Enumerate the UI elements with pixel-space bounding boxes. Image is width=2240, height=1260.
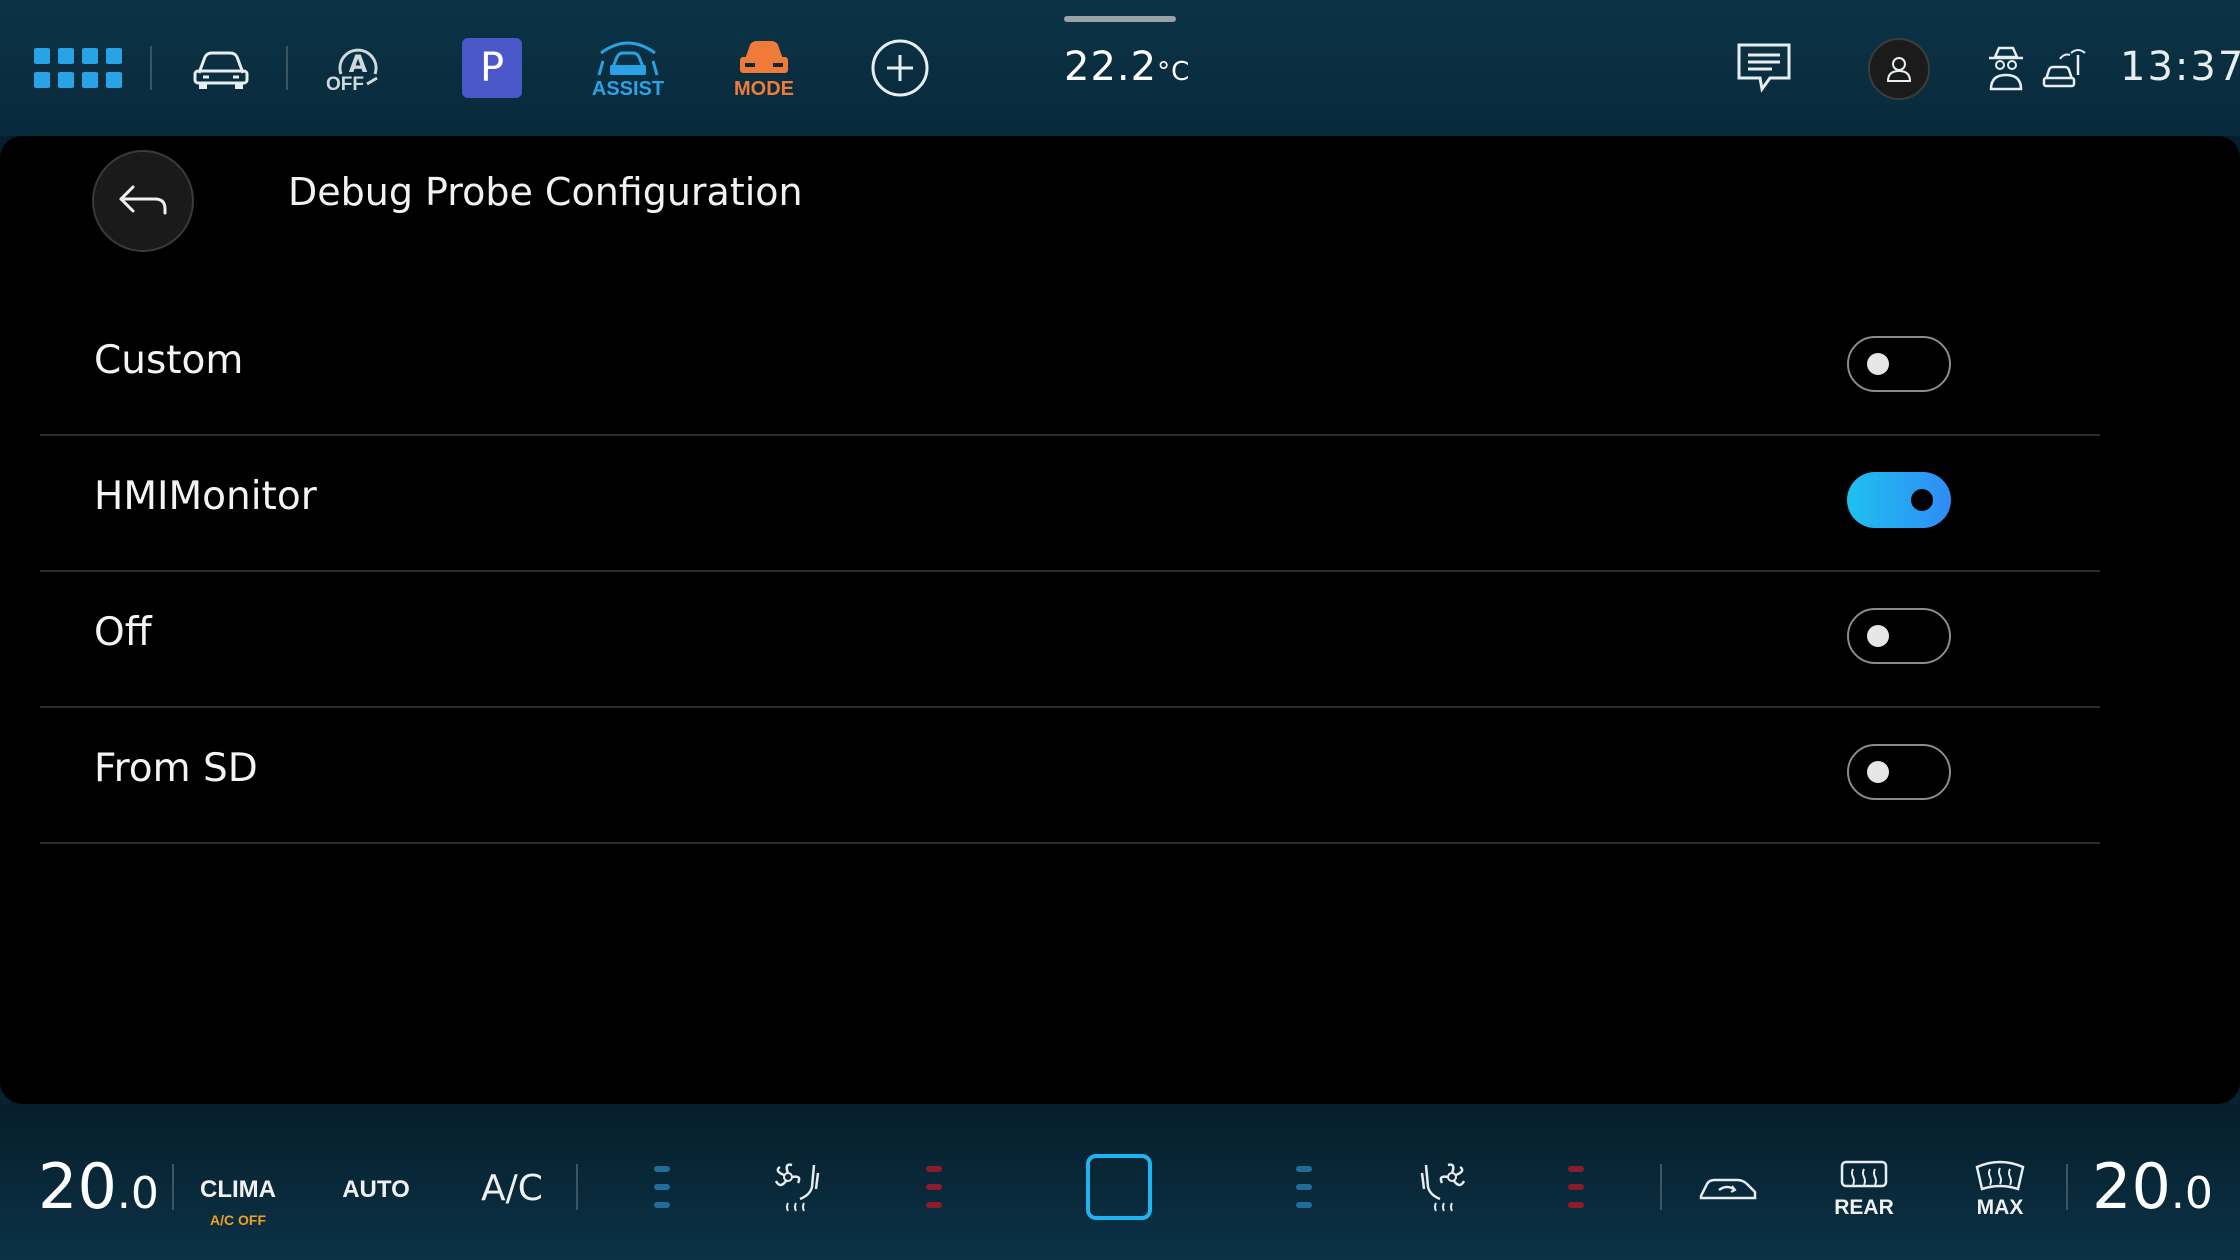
- drive-mode-label: MODE: [734, 78, 794, 100]
- right-temp-decimal: .0: [2170, 1168, 2213, 1219]
- back-button[interactable]: [92, 150, 194, 252]
- option-label: Custom: [94, 338, 244, 383]
- left-temp-value: 20: [38, 1150, 117, 1223]
- option-label: Off: [94, 610, 152, 655]
- divider: [2066, 1164, 2068, 1210]
- left-temperature[interactable]: 20.0: [38, 1150, 159, 1223]
- user-profile-button[interactable]: [1868, 38, 1930, 100]
- divider: [1660, 1164, 1662, 1210]
- divider: [150, 46, 152, 90]
- park-button[interactable]: P: [462, 38, 522, 98]
- divider: [286, 46, 288, 90]
- right-temp-value: 20: [2092, 1150, 2171, 1223]
- max-defrost-label: MAX: [1976, 1196, 2024, 1219]
- page-title: Debug Probe Configuration: [288, 170, 803, 214]
- apps-grid-icon[interactable]: [34, 48, 122, 88]
- toggle-knob: [1911, 489, 1933, 511]
- option-label: HMIMonitor: [94, 474, 317, 519]
- incognito-icon[interactable]: [1986, 44, 2026, 92]
- outside-temp-unit: °C: [1157, 57, 1191, 87]
- option-row-off[interactable]: Off: [40, 570, 2100, 708]
- rear-defrost-label: REAR: [1834, 1196, 1894, 1219]
- drive-mode-icon[interactable]: [732, 36, 796, 80]
- assist-icon[interactable]: [596, 36, 660, 80]
- clima-button[interactable]: CLIMA: [198, 1176, 278, 1204]
- divider: [576, 1164, 578, 1210]
- car-icon[interactable]: [186, 40, 256, 96]
- off-toggle[interactable]: [1847, 608, 1951, 664]
- option-row-custom[interactable]: Custom: [40, 298, 2100, 436]
- auto-button[interactable]: AUTO: [336, 1176, 416, 1204]
- back-arrow-icon: [119, 185, 167, 215]
- auto-hold-label: OFF: [326, 74, 364, 95]
- option-row-from-sd[interactable]: From SD: [40, 706, 2100, 844]
- driver-seat-fan-icon[interactable]: [770, 1158, 830, 1218]
- connected-car-icon[interactable]: [2040, 44, 2086, 92]
- option-row-hmimonitor[interactable]: HMIMonitor: [40, 434, 2100, 572]
- option-label: From SD: [94, 746, 258, 791]
- right-temperature[interactable]: 20.0: [2092, 1150, 2213, 1223]
- hmimonitor-toggle[interactable]: [1847, 472, 1951, 528]
- rear-defrost-icon[interactable]: [1838, 1158, 1890, 1194]
- outside-temperature: 22.2°C: [1064, 44, 1190, 90]
- drag-handle[interactable]: [1064, 16, 1176, 22]
- left-cool-level[interactable]: [654, 1166, 670, 1220]
- custom-toggle[interactable]: [1847, 336, 1951, 392]
- climate-sync-button[interactable]: [1086, 1154, 1152, 1220]
- right-cool-level[interactable]: [1296, 1166, 1312, 1220]
- recirculation-icon[interactable]: [1696, 1168, 1760, 1208]
- divider: [172, 1164, 174, 1210]
- left-temp-decimal: .0: [116, 1168, 159, 1219]
- ac-button[interactable]: A/C: [472, 1168, 552, 1209]
- left-heat-level[interactable]: [926, 1166, 942, 1220]
- clock: 13:37: [2120, 44, 2240, 90]
- messages-icon[interactable]: [1736, 42, 1792, 94]
- toggle-knob: [1867, 353, 1889, 375]
- ac-status-label: A/C OFF: [210, 1212, 266, 1228]
- max-defrost-icon[interactable]: [1974, 1158, 2026, 1194]
- passenger-seat-fan-icon[interactable]: [1410, 1158, 1470, 1218]
- user-icon: [1886, 57, 1912, 82]
- outside-temp-value: 22.2: [1064, 44, 1158, 90]
- right-heat-level[interactable]: [1568, 1166, 1584, 1220]
- assist-label: ASSIST: [591, 78, 665, 100]
- park-label: P: [479, 45, 505, 91]
- add-icon[interactable]: [870, 38, 930, 98]
- from-sd-toggle[interactable]: [1847, 744, 1951, 800]
- status-bar: A OFF P ASSIST MODE 22.2°C 13:37: [0, 0, 2240, 136]
- toggle-knob: [1867, 761, 1889, 783]
- toggle-knob: [1867, 625, 1889, 647]
